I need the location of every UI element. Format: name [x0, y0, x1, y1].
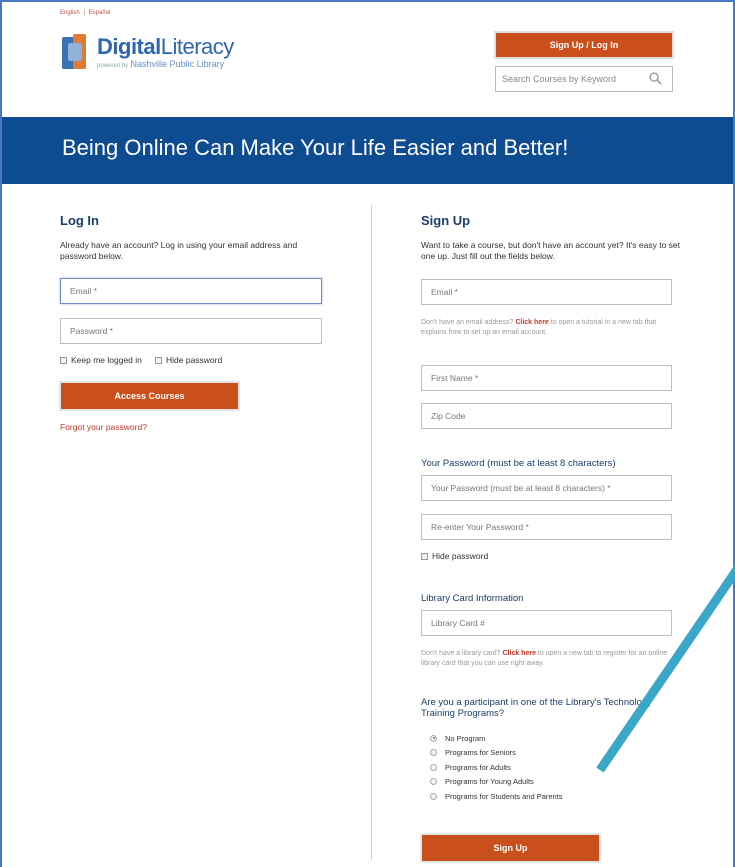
email-help-text: Don't have an email address? Click here …	[421, 319, 657, 337]
login-hide-password-checkbox[interactable]: Hide password	[155, 355, 222, 365]
checkbox-box[interactable]	[421, 552, 428, 560]
login-password-field[interactable]: Password *	[60, 318, 322, 344]
signup-password-field[interactable]: Your Password (must be at least 8 charac…	[421, 475, 672, 501]
radio-button[interactable]	[430, 778, 437, 786]
signup-password-placeholder: Your Password (must be at least 8 charac…	[431, 483, 611, 493]
lang-english-link[interactable]: English	[60, 10, 80, 16]
signup-login-button[interactable]: Sign Up / Log In	[495, 32, 673, 58]
radio-option[interactable]: No Program	[430, 731, 563, 746]
radio-button[interactable]	[430, 763, 437, 771]
signup-email-placeholder: Email *	[431, 287, 458, 297]
login-intro: Already have an account? Log in using yo…	[60, 240, 298, 262]
first-name-field[interactable]: First Name *	[421, 365, 672, 391]
checkbox-box[interactable]	[60, 356, 67, 364]
hero-banner: Being Online Can Make Your Life Easier a…	[2, 117, 733, 184]
login-heading: Log In	[60, 213, 99, 228]
checkbox-box[interactable]	[155, 356, 162, 364]
password-section-label: Your Password (must be at least 8 charac…	[421, 458, 616, 469]
signup-intro: Want to take a course, but don't have an…	[421, 240, 681, 262]
library-card-section-label: Library Card Information	[421, 593, 524, 604]
signup-submit-button[interactable]: Sign Up	[422, 835, 599, 861]
radio-option[interactable]: Programs for Seniors	[430, 746, 563, 761]
reenter-password-field[interactable]: Re-enter Your Password *	[421, 514, 672, 540]
first-name-placeholder: First Name *	[431, 373, 479, 383]
hide-password-label: Hide password	[432, 551, 489, 561]
language-switch: English | Español	[60, 10, 112, 16]
signup-heading: Sign Up	[421, 213, 471, 228]
keep-logged-in-label: Keep me logged in	[71, 355, 142, 365]
radio-option[interactable]: Programs for Students and Parents	[430, 789, 563, 804]
radio-option[interactable]: Programs for Young Adults	[430, 775, 563, 790]
library-card-register-link[interactable]: Click here	[503, 650, 536, 657]
login-email-placeholder: Email *	[70, 286, 97, 296]
lang-spanish-link[interactable]: Español	[89, 10, 111, 16]
library-card-field[interactable]: Library Card #	[421, 610, 672, 636]
radio-option[interactable]: Programs for Adults	[430, 760, 563, 775]
access-courses-button[interactable]: Access Courses	[61, 383, 238, 409]
zip-code-field[interactable]: Zip Code	[421, 403, 672, 429]
search-icon[interactable]	[649, 72, 662, 85]
zip-code-placeholder: Zip Code	[431, 411, 466, 421]
login-email-field[interactable]: Email *	[60, 278, 322, 304]
logo-title: DigitalLiteracy	[97, 33, 234, 59]
keep-logged-in-checkbox[interactable]: Keep me logged in	[60, 355, 142, 365]
library-card-help-text: Don't have a library card? Click here to…	[421, 650, 668, 668]
books-logo-icon	[62, 33, 92, 71]
lang-separator: |	[83, 10, 85, 16]
signup-email-field[interactable]: Email *	[421, 279, 672, 305]
digital-literacy-logo[interactable]: DigitalLiteracy powered by Nashville Pub…	[62, 30, 282, 74]
program-radio-group: No Program Programs for Seniors Programs…	[430, 731, 563, 804]
library-card-placeholder: Library Card #	[431, 618, 485, 628]
course-search-input[interactable]: Search Courses by Keyword	[495, 66, 673, 92]
search-placeholder: Search Courses by Keyword	[502, 74, 617, 84]
column-divider	[371, 205, 372, 860]
forgot-password-link[interactable]: Forgot your password?	[60, 422, 147, 432]
radio-button[interactable]	[430, 734, 437, 742]
radio-button[interactable]	[430, 792, 437, 800]
logo-subtitle: powered by Nashville Public Library	[97, 58, 225, 69]
hide-password-label: Hide password	[166, 355, 223, 365]
reenter-password-placeholder: Re-enter Your Password *	[431, 522, 529, 532]
hero-title: Being Online Can Make Your Life Easier a…	[62, 135, 569, 160]
email-tutorial-link[interactable]: Click here	[515, 319, 548, 326]
radio-button[interactable]	[430, 749, 437, 757]
login-password-placeholder: Password *	[70, 326, 113, 336]
signup-hide-password-checkbox[interactable]: Hide password	[421, 551, 488, 561]
program-question: Are you a participant in one of the Libr…	[421, 697, 652, 719]
